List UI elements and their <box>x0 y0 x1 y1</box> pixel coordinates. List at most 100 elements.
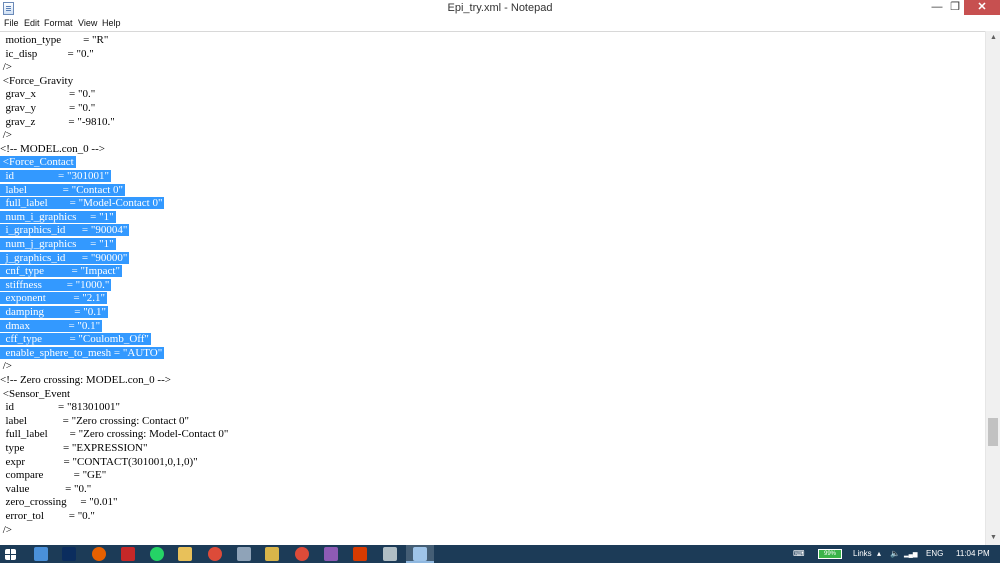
notepad-icon[interactable] <box>413 547 427 561</box>
text-line-content: enable_sphere_to_mesh = "AUTO" <box>0 346 165 359</box>
scroll-up-arrow-icon[interactable]: ▲ <box>986 31 1000 45</box>
text-line[interactable]: value = "0." <box>0 482 92 497</box>
text-line[interactable]: /> <box>0 524 12 538</box>
text-line-content: j_graphics_id = "90000" <box>0 251 130 264</box>
text-line-content: stiffness = "1000." <box>0 278 112 291</box>
text-line[interactable]: j_graphics_id = "90000" <box>0 251 130 266</box>
text-line[interactable]: full_label = "Zero crossing: Model-Conta… <box>0 428 229 442</box>
volume-icon[interactable]: 🔈 <box>890 549 900 558</box>
text-line-content: /> <box>0 360 13 373</box>
app-red-icon[interactable] <box>121 547 135 561</box>
menu-format[interactable]: Format <box>44 18 73 28</box>
text-line-content: dmax = "0.1" <box>0 319 103 332</box>
text-line-content: id = "301001" <box>0 170 111 182</box>
text-line[interactable]: expr = "CONTACT(301001,0,1,0)" <box>0 456 198 470</box>
text-line-content: id = "81301001" <box>0 401 121 414</box>
close-button[interactable]: ✕ <box>964 0 1000 15</box>
start-icon[interactable] <box>5 549 16 560</box>
text-line-content: grav_y = "0." <box>0 102 96 114</box>
text-line[interactable]: zero_crossing = "0.01" <box>0 496 118 510</box>
whatsapp-icon[interactable] <box>150 547 164 561</box>
text-line[interactable]: cff_type = "Coulomb_Off" <box>0 333 151 347</box>
text-line-content: error_tol = "0." <box>0 510 95 522</box>
text-line-content: label = "Contact 0" <box>0 183 126 196</box>
text-line[interactable]: /> <box>0 360 12 374</box>
text-line[interactable]: compare = "GE" <box>0 469 107 483</box>
title-bar[interactable]: Epi_try.xml - Notepad — ❐ ✕ <box>0 0 1000 17</box>
text-line-content: grav_z = "-9810." <box>0 115 115 128</box>
text-line-content: /> <box>0 129 13 142</box>
wifi-signal-icon[interactable]: ▂▄▆ <box>904 551 917 558</box>
text-line[interactable]: motion_type = "R" <box>0 34 109 48</box>
text-line[interactable]: <Force_Contact <box>0 156 76 170</box>
tool-icon[interactable] <box>383 547 397 561</box>
text-line-content: damping = "0.1" <box>0 306 108 318</box>
scroll-down-arrow-icon[interactable]: ▼ <box>986 531 1000 545</box>
text-line[interactable]: num_i_graphics = "1" <box>0 210 116 225</box>
vertical-scrollbar[interactable]: ▲ ▼ <box>985 31 1000 545</box>
battery-percent: 99% <box>823 551 836 557</box>
menu-view[interactable]: View <box>78 18 97 28</box>
chrome-icon[interactable] <box>208 547 222 561</box>
text-line[interactable]: /> <box>0 129 12 143</box>
text-line-content: <Sensor_Event <box>0 387 71 400</box>
text-line[interactable]: exponent = "2.1" <box>0 292 108 306</box>
visual-studio-icon[interactable] <box>324 547 338 561</box>
text-line[interactable]: cnf_type = "Impact" <box>0 265 122 279</box>
chrome-2-icon[interactable] <box>295 547 309 561</box>
keyboard-icon[interactable]: ⌨ <box>793 549 805 558</box>
restore-button[interactable]: ❐ <box>946 0 964 15</box>
menu-bar: File Edit Format View Help <box>0 17 1000 31</box>
text-line[interactable]: <!-- Zero crossing: MODEL.con_0 --> <box>0 374 171 388</box>
text-line[interactable]: i_graphics_id = "90004" <box>0 224 130 238</box>
folder-icon[interactable] <box>178 547 192 561</box>
show-hidden-icons-arrow-icon[interactable]: ▴ <box>877 549 881 558</box>
text-line-content: expr = "CONTACT(301001,0,1,0)" <box>0 455 198 468</box>
text-line-content: full_label = "Zero crossing: Model-Conta… <box>0 428 229 441</box>
network-app-icon[interactable] <box>237 547 251 561</box>
text-line[interactable]: type = "EXPRESSION" <box>0 442 148 456</box>
text-line[interactable]: /> <box>0 61 12 75</box>
text-line[interactable]: error_tol = "0." <box>0 510 95 524</box>
battery-icon[interactable]: 99% <box>818 549 842 559</box>
menu-edit[interactable]: Edit <box>24 18 40 28</box>
text-line-content: i_graphics_id = "90004" <box>0 224 130 237</box>
text-line[interactable]: id = "81301001" <box>0 401 121 415</box>
files-icon[interactable] <box>265 547 279 561</box>
text-line-content: value = "0." <box>0 482 92 495</box>
text-line[interactable]: num_j_graphics = "1" <box>0 238 116 252</box>
text-line[interactable]: enable_sphere_to_mesh = "AUTO" <box>0 346 165 361</box>
text-line-content: cnf_type = "Impact" <box>0 265 122 278</box>
text-line[interactable]: <Sensor_Event <box>0 388 70 402</box>
menu-file[interactable]: File <box>4 18 19 28</box>
language-indicator[interactable]: ENG <box>926 549 943 558</box>
text-line-content: /> <box>0 61 13 74</box>
office-icon[interactable] <box>353 547 367 561</box>
text-line[interactable]: full_label = "Model-Contact 0" <box>0 197 165 211</box>
text-line[interactable]: label = "Contact 0" <box>0 183 126 198</box>
scroll-thumb[interactable] <box>988 418 998 446</box>
text-line[interactable]: label = "Zero crossing: Contact 0" <box>0 415 190 429</box>
text-line-content: exponent = "2.1" <box>0 292 108 305</box>
text-editor[interactable]: motion_type = "R" ic_disp = "0." /> <For… <box>0 31 985 545</box>
text-line[interactable]: stiffness = "1000." <box>0 278 112 293</box>
text-line[interactable]: <Force_Gravity <box>0 75 73 89</box>
text-line-content: ic_disp = "0." <box>0 47 94 60</box>
text-line[interactable]: ic_disp = "0." <box>0 48 94 62</box>
text-line-content: <Force_Gravity <box>0 74 74 87</box>
text-line[interactable]: <!-- MODEL.con_0 --> <box>0 143 105 157</box>
minimize-button[interactable]: — <box>928 0 946 15</box>
text-line[interactable]: id = "301001" <box>0 170 111 184</box>
text-line[interactable]: grav_z = "-9810." <box>0 116 115 130</box>
firefox-icon[interactable] <box>92 547 106 561</box>
text-line[interactable]: damping = "0.1" <box>0 306 108 320</box>
explorer-window-icon[interactable] <box>34 547 48 561</box>
photoshop-icon[interactable] <box>62 547 76 561</box>
text-line-content: <!-- MODEL.con_0 --> <box>0 142 105 155</box>
clock[interactable]: 11:04 PM <box>956 549 990 558</box>
text-line[interactable]: grav_x = "0." <box>0 88 96 102</box>
text-line[interactable]: dmax = "0.1" <box>0 319 103 334</box>
menu-help[interactable]: Help <box>102 18 121 28</box>
text-line[interactable]: grav_y = "0." <box>0 102 96 116</box>
links-toolbar[interactable]: Links <box>853 549 872 558</box>
